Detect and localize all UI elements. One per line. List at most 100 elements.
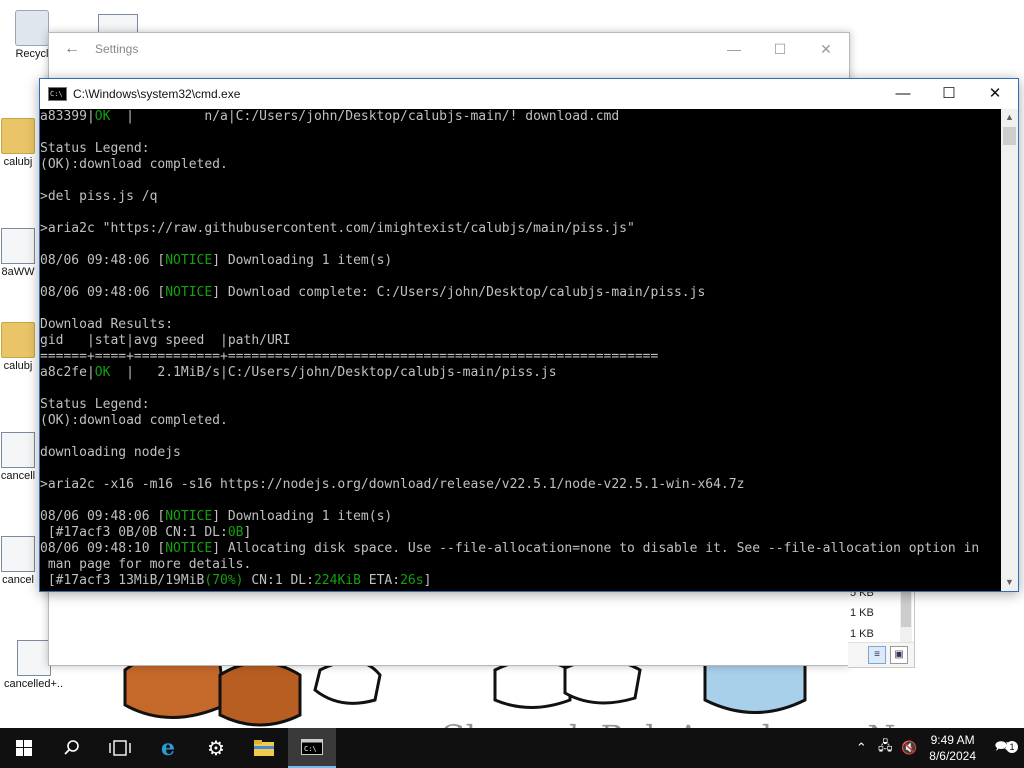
cmd-icon: C:\ [48, 87, 67, 101]
console-text: ] [243, 525, 252, 540]
scrollbar-thumb[interactable] [1003, 127, 1016, 145]
details-view-icon[interactable]: ≡ [868, 646, 886, 664]
taskbar: e ⚙ C:\ ⌃ 🖧 🔇 9:49 AM 8/6/2024 🗪 1 [0, 728, 1024, 768]
console-text: Download Results: [40, 317, 174, 332]
console-output[interactable]: a83399|OK | n/a|C:/Users/john/Desktop/ca… [40, 109, 1000, 591]
explorer-scrollbar-thumb[interactable] [901, 591, 911, 627]
console-text: ETA: [360, 573, 401, 588]
windows-logo-icon [16, 740, 32, 756]
settings-title: Settings [95, 42, 139, 56]
large-icons-view-icon[interactable]: ▣ [890, 646, 908, 664]
console-line: Status Legend: [40, 397, 1000, 413]
console-line: (OK):download completed. [40, 157, 1000, 173]
console-line: downloading nodejs [40, 445, 1000, 461]
scroll-up-arrow-icon[interactable]: ▲ [1001, 109, 1018, 126]
console-text: NOTICE [165, 253, 213, 268]
console-text: Status Legend: [40, 141, 150, 156]
console-text: ] Downloading 1 item(s) [212, 253, 393, 268]
clock-time: 9:49 AM [930, 733, 975, 747]
volume-muted-icon[interactable]: 🔇 [897, 740, 921, 756]
desktop-icon-label: cancelled+... [4, 678, 64, 690]
search-icon [64, 740, 79, 755]
console-text: >aria2c "https://raw.githubusercontent.c… [40, 221, 635, 236]
console-text: ] Allocating disk space. Use --file-allo… [212, 541, 980, 556]
console-text: >del piss.js /q [40, 189, 158, 204]
cmd-button[interactable]: C:\ [288, 728, 336, 768]
console-text: 08/06 09:48:06 [ [40, 509, 166, 524]
settings-file-icon [17, 640, 51, 676]
explorer-window-fragment[interactable]: 5 KB 1 KB 1 KB ≡ ▣ [848, 586, 915, 668]
console-line: a8c2fe|OK | 2.1MiB/s|C:/Users/john/Deskt… [40, 365, 1000, 381]
file-icon [1, 432, 35, 468]
internet-explorer-button[interactable]: e [144, 728, 192, 768]
settings-maximize-button[interactable]: ☐ [757, 41, 803, 58]
console-text: ] Download complete: C:/Users/john/Deskt… [212, 285, 706, 300]
console-text: OK [94, 109, 111, 124]
console-text: NOTICE [165, 509, 213, 524]
console-line: 08/06 09:48:06 [NOTICE] Download complet… [40, 285, 1000, 301]
console-text: (OK):download completed. [40, 157, 228, 172]
task-view-icon [109, 740, 131, 756]
console-text: | 2.1MiB/s|C:/Users/john/Desktop/calubjs… [110, 365, 557, 380]
console-text: (70%) [204, 573, 244, 588]
internet-explorer-icon: e [161, 735, 175, 761]
cmd-vertical-scrollbar[interactable]: ▲ ▼ [1001, 109, 1018, 591]
console-text: a8c2fe| [40, 365, 95, 380]
cmd-close-button[interactable]: ✕ [972, 79, 1018, 109]
cmd-minimize-button[interactable]: — [880, 79, 926, 109]
cmd-window[interactable]: C:\ C:\Windows\system32\cmd.exe — ☐ ✕ a8… [39, 78, 1019, 592]
back-arrow-icon[interactable]: ← [49, 40, 95, 58]
console-text: | n/a|C:/Users/john/Desktop/calubjs-main… [110, 109, 620, 124]
file-explorer-button[interactable] [240, 728, 288, 768]
cmd-icon: C:\ [301, 739, 323, 755]
folder-icon [1, 322, 35, 358]
settings-titlebar[interactable]: ← Settings — ☐ ✕ [49, 33, 849, 65]
console-line: a83399|OK | n/a|C:/Users/john/Desktop/ca… [40, 109, 1000, 125]
window-icon [98, 14, 138, 34]
file-size: 1 KB [850, 607, 874, 619]
file-icon [1, 228, 35, 264]
notification-center-button[interactable]: 🗪 1 [984, 736, 1024, 761]
folder-icon [1, 118, 35, 154]
chevron-up-icon[interactable]: ⌃ [849, 740, 873, 756]
network-icon[interactable]: 🖧 [873, 737, 897, 759]
clock[interactable]: 9:49 AM 8/6/2024 [921, 732, 984, 764]
settings-button[interactable]: ⚙ [192, 728, 240, 768]
clock-date: 8/6/2024 [929, 749, 976, 763]
explorer-status-bar: ≡ ▣ [848, 642, 914, 667]
settings-minimize-button[interactable]: — [711, 41, 757, 58]
start-button[interactable] [0, 728, 48, 768]
console-text: ] [423, 573, 432, 588]
console-line: 08/06 09:48:06 [NOTICE] Downloading 1 it… [40, 509, 1000, 525]
scroll-down-arrow-icon[interactable]: ▼ [1001, 574, 1018, 591]
console-text: (OK):download completed. [40, 413, 228, 428]
console-line: 08/06 09:48:10 [NOTICE] Allocating disk … [40, 541, 1000, 557]
console-line: [#17acf3 0B/0B CN:1 DL:0B] [40, 525, 1000, 541]
console-line: [#17acf3 13MiB/19MiB(70%) CN:1 DL:224KiB… [40, 573, 1000, 589]
system-tray: ⌃ 🖧 🔇 9:49 AM 8/6/2024 🗪 1 [849, 728, 1024, 768]
cmd-maximize-button[interactable]: ☐ [926, 79, 972, 109]
console-text: Status Legend: [40, 397, 150, 412]
console-text: 08/06 09:48:10 [ [40, 541, 166, 556]
console-text: 26s [400, 573, 424, 588]
console-text: 08/06 09:48:06 [ [40, 285, 166, 300]
notification-badge: 1 [1006, 740, 1018, 753]
svg-text:C:\: C:\ [304, 745, 317, 753]
cmd-titlebar[interactable]: C:\ C:\Windows\system32\cmd.exe — ☐ ✕ [40, 79, 1018, 109]
search-button[interactable] [48, 728, 96, 768]
console-text: ] Downloading 1 item(s) [212, 509, 393, 524]
settings-close-button[interactable]: ✕ [803, 41, 849, 58]
console-line: >del piss.js /q [40, 189, 1000, 205]
console-line: >aria2c "https://raw.githubusercontent.c… [40, 221, 1000, 237]
console-line: (OK):download completed. [40, 413, 1000, 429]
console-text: [#17acf3 13MiB/19MiB [40, 573, 205, 588]
task-view-button[interactable] [96, 728, 144, 768]
recycle-bin-icon [15, 10, 49, 46]
